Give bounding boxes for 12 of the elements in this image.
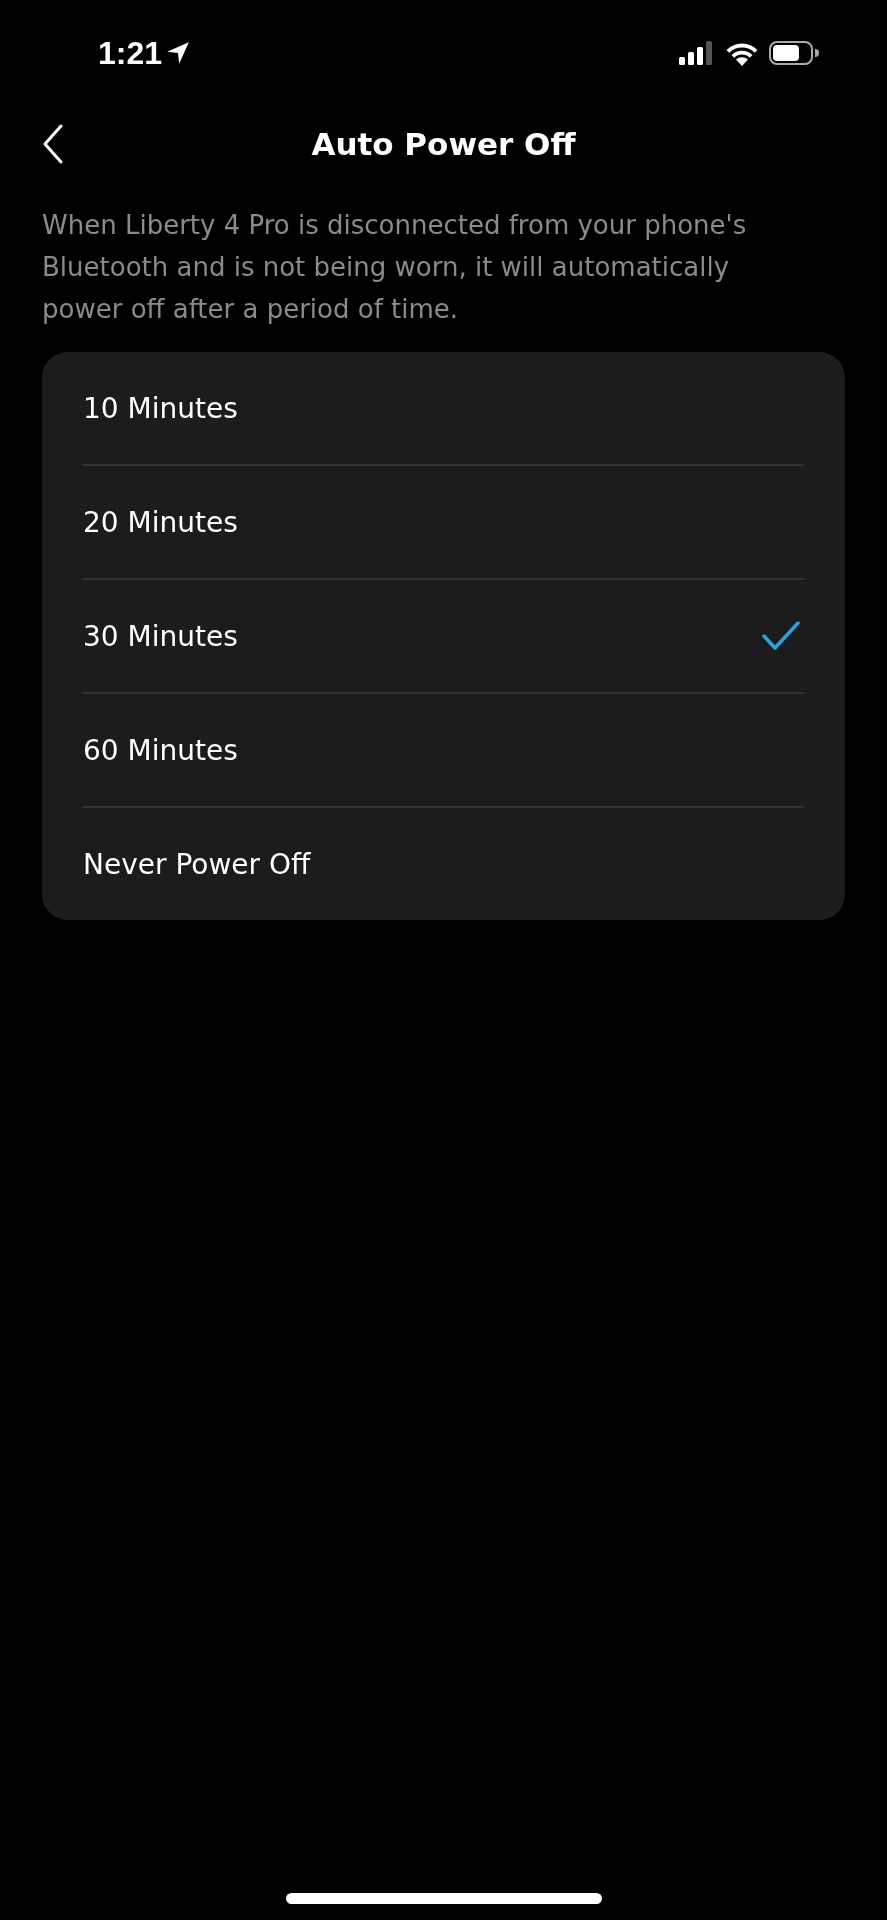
- status-time: 1:21: [98, 34, 163, 72]
- option-row[interactable]: Never Power Off: [83, 808, 804, 920]
- description-text: When Liberty 4 Pro is disconnected from your phone's Bluetooth and is not being worn, it will automatically power off after a period of time.: [42, 209, 748, 326]
- option-row[interactable]: 30 Minutes: [83, 580, 804, 694]
- option-row[interactable]: 20 Minutes: [83, 466, 804, 580]
- location-arrow-icon: [166, 41, 191, 65]
- page-title: Auto Power Off: [311, 126, 576, 162]
- battery-icon: [769, 41, 819, 65]
- signal-icon: [679, 41, 715, 65]
- option-row[interactable]: 10 Minutes: [83, 352, 804, 466]
- option-row[interactable]: 60 Minutes: [83, 694, 804, 808]
- back-icon: [42, 124, 64, 164]
